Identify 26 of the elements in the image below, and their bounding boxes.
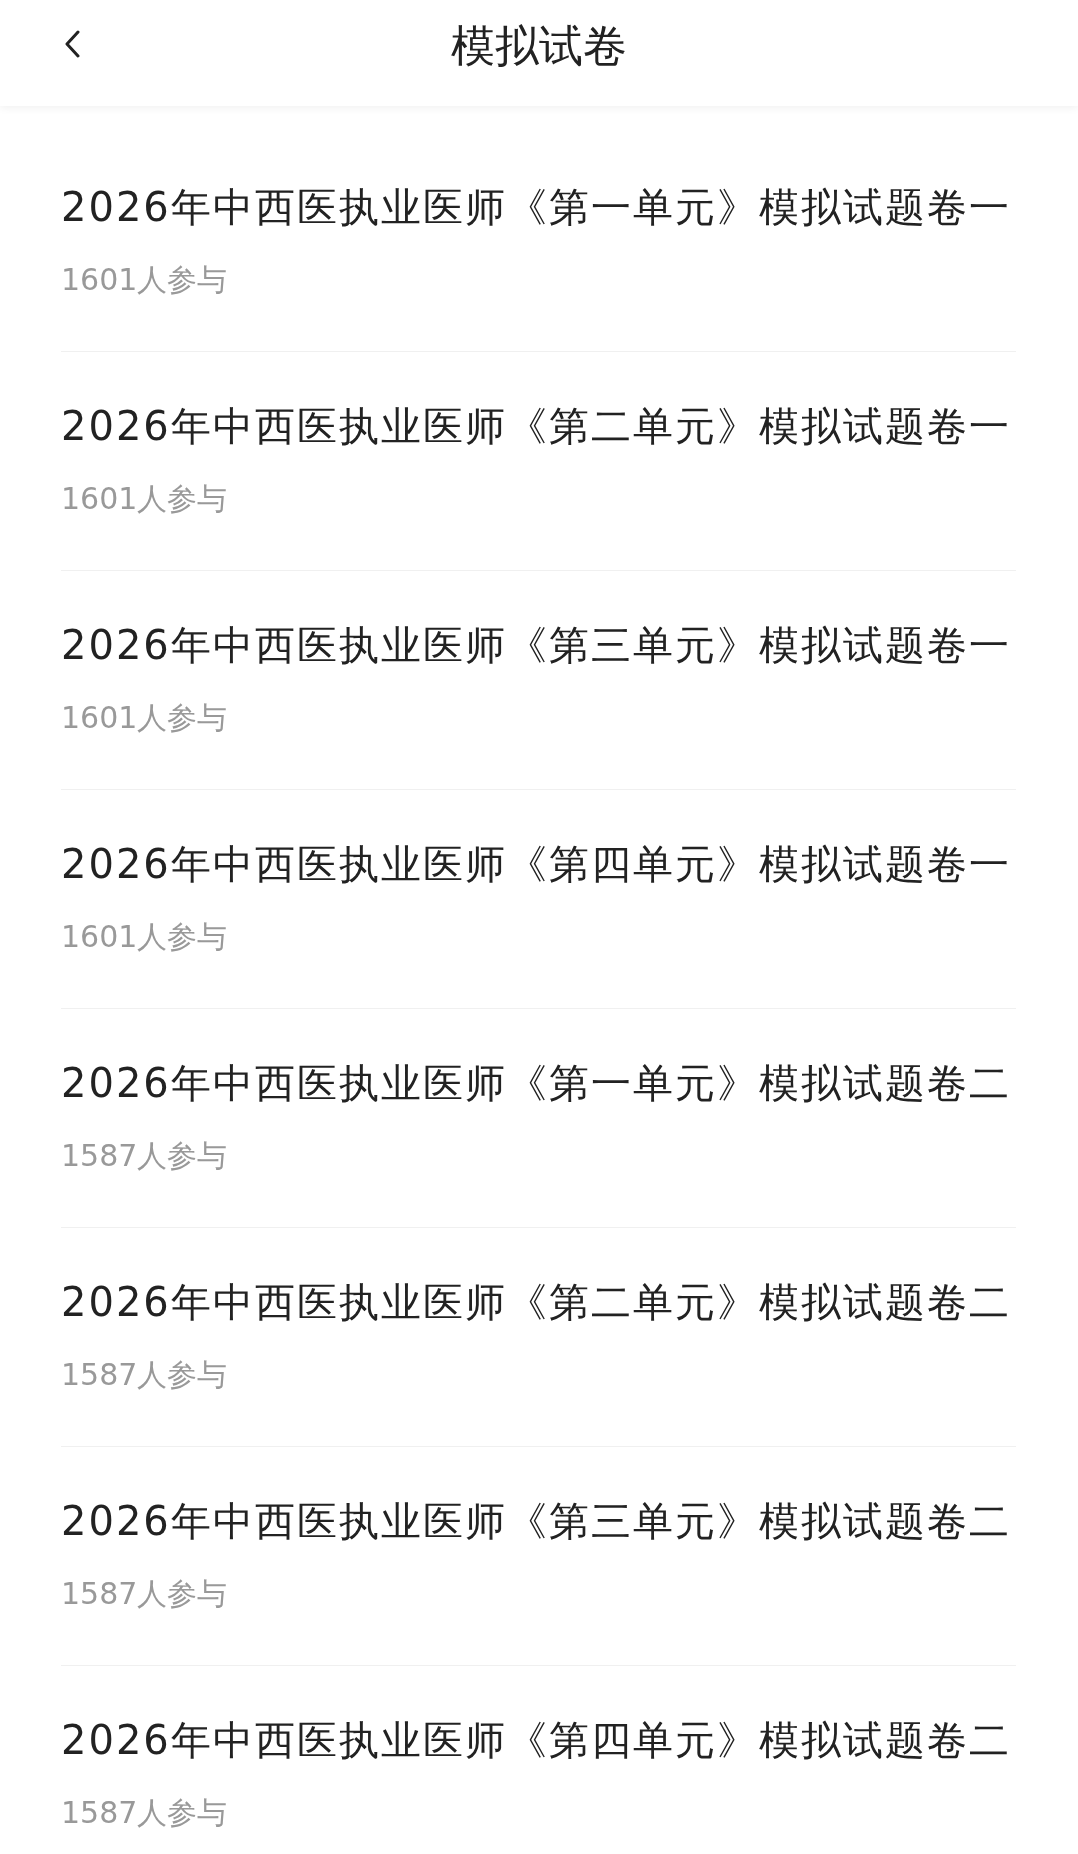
exam-paper-item[interactable]: 2026年中西医执业医师《第二单元》模拟试题卷二 1587人参与 bbox=[61, 1228, 1016, 1447]
paper-title: 2026年中西医执业医师《第四单元》模拟试题卷二 bbox=[61, 1716, 1012, 1765]
exam-paper-item[interactable]: 2026年中西医执业医师《第三单元》模拟试题卷一 1601人参与 bbox=[61, 571, 1016, 790]
participant-count: 1601人参与 bbox=[61, 480, 229, 518]
participant-count: 1587人参与 bbox=[61, 1794, 229, 1832]
paper-title: 2026年中西医执业医师《第一单元》模拟试题卷一 bbox=[61, 183, 1012, 232]
back-icon[interactable] bbox=[64, 30, 80, 58]
exam-paper-item[interactable]: 2026年中西医执业医师《第一单元》模拟试题卷一 1601人参与 bbox=[61, 133, 1016, 352]
participant-count: 1587人参与 bbox=[61, 1356, 229, 1394]
participant-count: 1601人参与 bbox=[61, 261, 229, 299]
paper-title: 2026年中西医执业医师《第三单元》模拟试题卷一 bbox=[61, 621, 1012, 670]
paper-title: 2026年中西医执业医师《第一单元》模拟试题卷二 bbox=[61, 1059, 1012, 1108]
participant-count: 1601人参与 bbox=[61, 699, 229, 737]
exam-paper-item[interactable]: 2026年中西医执业医师《第四单元》模拟试题卷一 1601人参与 bbox=[61, 790, 1016, 1009]
participant-count: 1601人参与 bbox=[61, 918, 229, 956]
exam-paper-item[interactable]: 2026年中西医执业医师《第一单元》模拟试题卷二 1587人参与 bbox=[61, 1009, 1016, 1228]
paper-title: 2026年中西医执业医师《第二单元》模拟试题卷二 bbox=[61, 1278, 1012, 1327]
paper-title: 2026年中西医执业医师《第二单元》模拟试题卷一 bbox=[61, 402, 1012, 451]
paper-title: 2026年中西医执业医师《第四单元》模拟试题卷一 bbox=[61, 840, 1012, 889]
exam-paper-item[interactable]: 2026年中西医执业医师《第二单元》模拟试题卷一 1601人参与 bbox=[61, 352, 1016, 571]
participant-count: 1587人参与 bbox=[61, 1575, 229, 1613]
exam-paper-item[interactable]: 2026年中西医执业医师《第三单元》模拟试题卷二 1587人参与 bbox=[61, 1447, 1016, 1666]
paper-title: 2026年中西医执业医师《第三单元》模拟试题卷二 bbox=[61, 1497, 1012, 1546]
participant-count: 1587人参与 bbox=[61, 1137, 229, 1175]
page-title: 模拟试卷 bbox=[451, 18, 627, 73]
exam-paper-item[interactable]: 2026年中西医执业医师《第四单元》模拟试题卷二 1587人参与 bbox=[61, 1666, 1016, 1854]
